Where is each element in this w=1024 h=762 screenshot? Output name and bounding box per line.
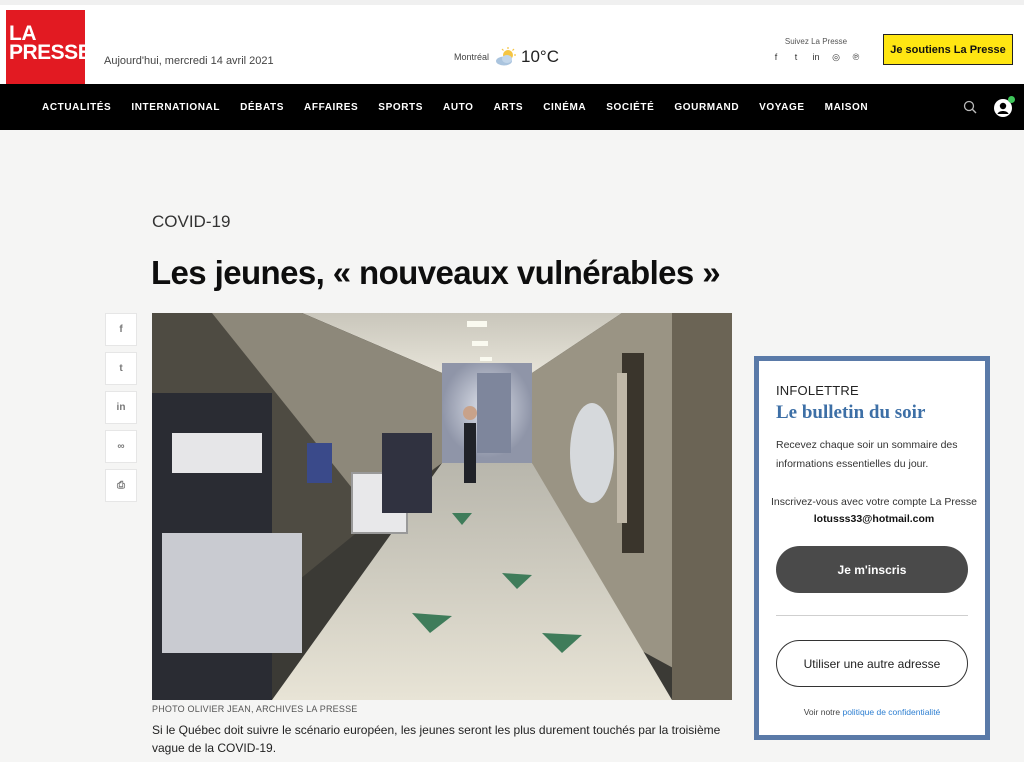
- main-navigation: ACTUALITÉS INTERNATIONAL DÉBATS AFFAIRES SPO…: [0, 84, 1024, 130]
- privacy-prefix: Voir notre: [803, 707, 841, 717]
- nav-item-voyage[interactable]: VOYAGE: [759, 102, 804, 113]
- facebook-icon[interactable]: f: [770, 52, 782, 63]
- article-headline: Les jeunes, « nouveaux vulnérables »: [151, 254, 721, 291]
- support-button[interactable]: Je soutiens La Presse: [883, 34, 1013, 65]
- nav-item-arts[interactable]: ARTS: [494, 102, 524, 113]
- link-share-icon: ∞: [117, 441, 125, 452]
- article-photo: [152, 313, 732, 700]
- nav-item-auto[interactable]: AUTO: [443, 102, 474, 113]
- user-silhouette-icon: [997, 102, 1009, 114]
- link-share-button[interactable]: ∞: [105, 430, 137, 463]
- linkedin-share-icon: in: [116, 402, 126, 413]
- newsletter-account-text: Inscrivez-vous avec votre compte La Pres…: [771, 494, 977, 528]
- account-prompt: Inscrivez-vous avec votre compte La Pres…: [771, 496, 978, 508]
- photo-caption: Si le Québec doit suivre le scénario eur…: [152, 723, 721, 755]
- share-bar: f t in ∞ ⎙: [105, 313, 137, 508]
- linkedin-share-button[interactable]: in: [105, 391, 137, 424]
- hospital-corridor-image: [152, 313, 732, 700]
- nav-item-debats[interactable]: DÉBATS: [240, 102, 284, 113]
- photo-credit: PHOTO OLIVIER JEAN, ARCHIVES LA PRESSE: [152, 704, 358, 714]
- nav-item-maison[interactable]: MAISON: [825, 102, 869, 113]
- partly-cloudy-icon: [496, 47, 517, 66]
- nav-item-cinema[interactable]: CINÉMA: [543, 102, 586, 113]
- search-icon[interactable]: [963, 100, 977, 114]
- nav-item-actualites[interactable]: ACTUALITÉS: [42, 102, 111, 113]
- pinterest-icon[interactable]: ℗: [850, 52, 862, 63]
- newsletter-title: Le bulletin du soir: [776, 402, 926, 423]
- section-label[interactable]: COVID-19: [152, 212, 230, 232]
- site-header: LA PRESSE Aujourd'hui, mercredi 14 avril…: [0, 0, 1024, 87]
- weather-temperature: 10°C: [521, 47, 559, 66]
- subscribe-button[interactable]: Je m'inscris: [776, 546, 968, 593]
- facebook-share-icon: f: [119, 324, 123, 335]
- weather-widget[interactable]: Montréal 10°C: [454, 47, 559, 67]
- twitter-share-button[interactable]: t: [105, 352, 137, 385]
- newsletter-label: INFOLETTRE: [776, 383, 859, 398]
- twitter-icon[interactable]: t: [790, 52, 802, 63]
- print-icon: ⎙: [117, 480, 125, 491]
- use-other-address-button[interactable]: Utiliser une autre adresse: [776, 640, 968, 687]
- divider: [776, 615, 968, 616]
- nav-item-societe[interactable]: SOCIÉTÉ: [606, 102, 654, 113]
- print-button[interactable]: ⎙: [105, 469, 137, 502]
- newsletter-box: INFOLETTRE Le bulletin du soir Recevez c…: [754, 356, 990, 740]
- account-email: lotusss33@hotmail.com: [813, 513, 935, 525]
- linkedin-icon[interactable]: in: [810, 52, 822, 63]
- privacy-notice: Voir notre politique de confidentialité: [759, 707, 985, 717]
- privacy-policy-link[interactable]: politique de confidentialité: [842, 707, 940, 717]
- follow-label: Suivez La Presse: [784, 37, 848, 46]
- twitter-share-icon: t: [119, 363, 123, 374]
- current-date: Aujourd'hui, mercredi 14 avril 2021: [104, 55, 274, 67]
- user-account-icon[interactable]: [994, 96, 1015, 117]
- facebook-share-button[interactable]: f: [105, 313, 137, 346]
- nav-item-gourmand[interactable]: GOURMAND: [674, 102, 739, 113]
- la-presse-logo[interactable]: LA PRESSE: [6, 10, 92, 87]
- logo-line-2: PRESSE: [9, 41, 92, 64]
- weather-city: Montréal: [454, 52, 490, 62]
- social-follow: Suivez La Presse f t in ◎ ℗: [768, 37, 864, 63]
- nav-item-international[interactable]: INTERNATIONAL: [131, 102, 220, 113]
- newsletter-description: Recevez chaque soir un sommaire des info…: [776, 439, 958, 470]
- nav-item-sports[interactable]: SPORTS: [378, 102, 423, 113]
- nav-item-affaires[interactable]: AFFAIRES: [304, 102, 358, 113]
- instagram-icon[interactable]: ◎: [830, 52, 842, 63]
